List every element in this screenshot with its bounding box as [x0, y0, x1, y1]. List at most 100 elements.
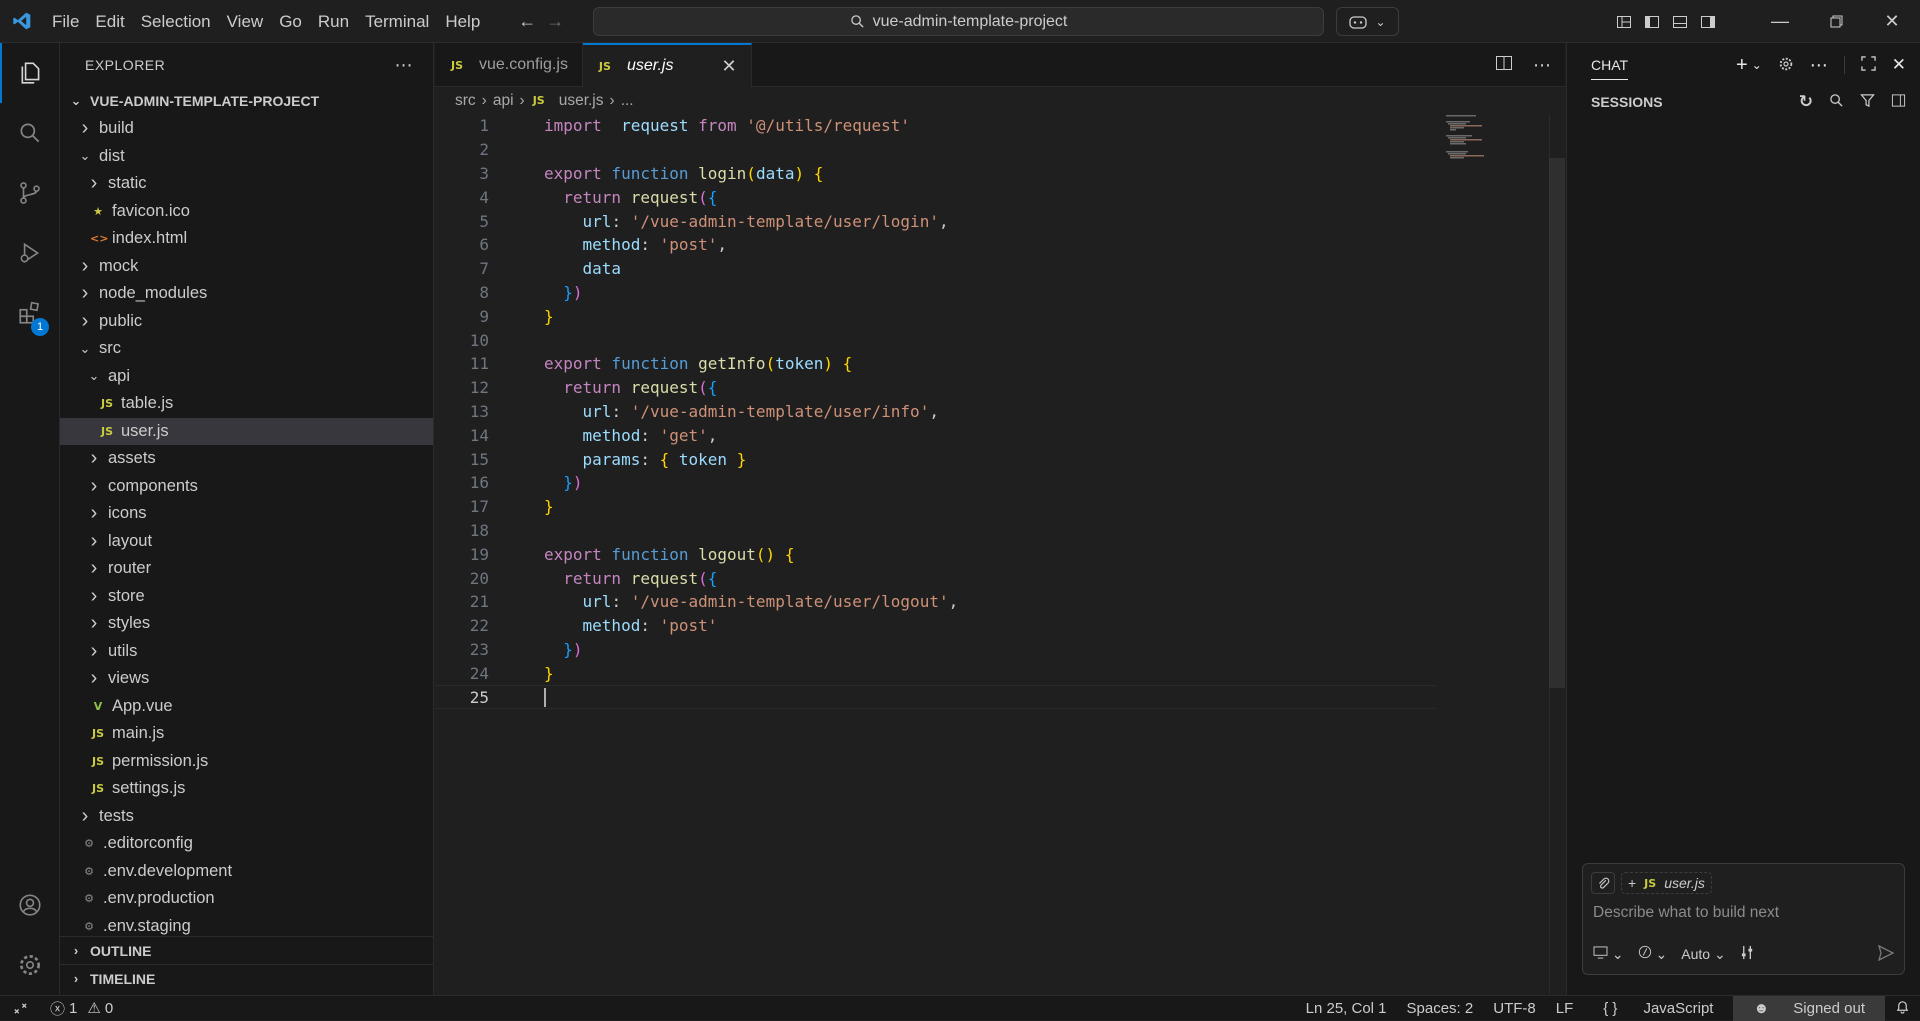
- account-status[interactable]: ☻ Signed out: [1733, 996, 1885, 1021]
- tree-file[interactable]: JS permission.js: [60, 748, 433, 776]
- toggle-sidebar-icon[interactable]: [1891, 93, 1906, 111]
- menu-item-help[interactable]: Help: [437, 0, 488, 43]
- context-file-chip[interactable]: + JS user.js: [1621, 872, 1712, 894]
- tree-file[interactable]: JS settings.js: [60, 775, 433, 803]
- minimap[interactable]: [1445, 113, 1545, 173]
- minimize-icon[interactable]: —: [1752, 0, 1808, 43]
- command-center-search[interactable]: vue-admin-template-project: [593, 7, 1324, 36]
- menu-item-run[interactable]: Run: [310, 0, 357, 43]
- tree-folder[interactable]: › components: [60, 473, 433, 501]
- mode-picker-icon[interactable]: ⌄: [1638, 945, 1667, 963]
- editor-scrollbar-thumb[interactable]: [1549, 158, 1565, 688]
- close-tab-icon[interactable]: ✕: [721, 56, 736, 77]
- tree-folder[interactable]: › store: [60, 583, 433, 611]
- more-actions-icon[interactable]: ⋯: [1533, 55, 1551, 76]
- tree-folder[interactable]: › views: [60, 665, 433, 693]
- close-icon[interactable]: ✕: [1892, 55, 1906, 75]
- tree-folder[interactable]: ⌄ dist: [60, 143, 433, 171]
- agent-target-icon[interactable]: ⌄: [1593, 946, 1624, 963]
- toggle-secondary-sidebar-icon[interactable]: [1694, 0, 1722, 43]
- settings-gear-icon[interactable]: [1778, 56, 1794, 75]
- tree-file[interactable]: JS user.js: [60, 417, 433, 445]
- notifications-bell-icon[interactable]: [1885, 999, 1920, 1018]
- cursor-position[interactable]: Ln 25, Col 1: [1296, 1000, 1397, 1017]
- tree-file[interactable]: <> index.html: [60, 225, 433, 253]
- toggle-panel-icon[interactable]: [1666, 0, 1694, 43]
- tree-folder[interactable]: › mock: [60, 253, 433, 281]
- tree-file[interactable]: ⚙ .env.development: [60, 858, 433, 886]
- tree-file[interactable]: JS table.js: [60, 390, 433, 418]
- code-editor[interactable]: 1 import request from '@/utils/request' 2 3…: [435, 114, 1435, 709]
- tree-file[interactable]: V App.vue: [60, 693, 433, 721]
- menu-item-selection[interactable]: Selection: [133, 0, 219, 43]
- tree-folder[interactable]: › assets: [60, 445, 433, 473]
- filter-icon[interactable]: [1860, 93, 1875, 111]
- tree-folder[interactable]: › styles: [60, 610, 433, 638]
- tab-user-js[interactable]: JS user.js ✕: [582, 43, 752, 87]
- end-of-line[interactable]: LF: [1546, 1000, 1584, 1017]
- split-editor-icon[interactable]: [1495, 55, 1513, 76]
- tree-folder[interactable]: ⌄ api: [60, 363, 433, 391]
- account-icon[interactable]: [0, 875, 60, 935]
- tree-file[interactable]: ★ favicon.ico: [60, 198, 433, 226]
- breadcrumb-item[interactable]: ...: [621, 92, 634, 110]
- menu-item-view[interactable]: View: [219, 0, 272, 43]
- encoding[interactable]: UTF-8: [1483, 1000, 1546, 1017]
- tree-folder[interactable]: › layout: [60, 528, 433, 556]
- chat-title[interactable]: CHAT: [1591, 57, 1629, 80]
- search-icon[interactable]: [0, 103, 60, 163]
- back-arrow-icon[interactable]: ←: [518, 11, 536, 32]
- chat-input-placeholder[interactable]: Describe what to build next: [1583, 894, 1904, 922]
- project-root[interactable]: ⌄ VUE-ADMIN-TEMPLATE-PROJECT: [60, 87, 433, 115]
- new-chat-icon[interactable]: +: [1736, 54, 1748, 77]
- menu-item-edit[interactable]: Edit: [87, 0, 132, 43]
- attach-icon[interactable]: [1591, 872, 1615, 894]
- language-mode[interactable]: { } JavaScript: [1583, 1000, 1733, 1017]
- tree-folder[interactable]: › icons: [60, 500, 433, 528]
- extensions-icon[interactable]: 1: [0, 283, 60, 343]
- tree-folder[interactable]: ⌄ src: [60, 335, 433, 363]
- tree-file[interactable]: ⚙ .env.production: [60, 885, 433, 913]
- source-control-icon[interactable]: [0, 163, 60, 223]
- tree-folder[interactable]: › node_modules: [60, 280, 433, 308]
- send-icon[interactable]: [1877, 944, 1895, 964]
- tree-folder[interactable]: › build: [60, 115, 433, 143]
- close-window-icon[interactable]: ✕: [1864, 0, 1920, 43]
- problems-indicator[interactable]: ⓧ 1 ⚠ 0: [40, 998, 113, 1019]
- tree-file[interactable]: ⚙ .editorconfig: [60, 830, 433, 858]
- restore-icon[interactable]: [1808, 0, 1864, 43]
- tree-folder[interactable]: › tests: [60, 803, 433, 831]
- chevron-down-icon[interactable]: ⌄: [1752, 58, 1762, 72]
- indentation[interactable]: Spaces: 2: [1397, 1000, 1484, 1017]
- tools-icon[interactable]: [1740, 945, 1755, 963]
- forward-arrow-icon[interactable]: →: [546, 11, 564, 32]
- breadcrumb-item[interactable]: src: [455, 92, 476, 110]
- tree-folder[interactable]: › utils: [60, 638, 433, 666]
- copilot-button[interactable]: ⌄: [1336, 7, 1399, 36]
- customize-layout-icon[interactable]: [1610, 0, 1638, 43]
- search-icon[interactable]: [1829, 93, 1844, 111]
- menu-item-file[interactable]: File: [44, 0, 87, 43]
- remote-indicator-icon[interactable]: [0, 1001, 40, 1016]
- tab-vue-config[interactable]: JS vue.config.js: [435, 43, 583, 87]
- menu-item-go[interactable]: Go: [271, 0, 310, 43]
- refresh-icon[interactable]: ↻: [1799, 92, 1813, 112]
- run-debug-icon[interactable]: [0, 223, 60, 283]
- menu-item-terminal[interactable]: Terminal: [357, 0, 437, 43]
- more-actions-icon[interactable]: ⋯: [1810, 55, 1828, 76]
- tree-folder[interactable]: › public: [60, 308, 433, 336]
- toggle-primary-sidebar-icon[interactable]: [1638, 0, 1666, 43]
- outline-section[interactable]: › OUTLINE: [60, 936, 434, 964]
- tree-file[interactable]: JS main.js: [60, 720, 433, 748]
- chat-input-box[interactable]: + JS user.js Describe what to build next…: [1582, 863, 1905, 975]
- timeline-section[interactable]: › TIMELINE: [60, 964, 434, 992]
- settings-gear-icon[interactable]: [0, 935, 60, 995]
- breadcrumb-item[interactable]: api: [493, 92, 514, 110]
- breadcrumb-item[interactable]: user.js: [559, 92, 604, 110]
- more-actions-icon[interactable]: ⋯: [395, 55, 414, 76]
- maximize-icon[interactable]: [1861, 56, 1876, 74]
- tree-folder[interactable]: › static: [60, 170, 433, 198]
- model-picker[interactable]: Auto ⌄: [1681, 946, 1725, 963]
- explorer-icon[interactable]: [0, 43, 60, 103]
- tree-folder[interactable]: › router: [60, 555, 433, 583]
